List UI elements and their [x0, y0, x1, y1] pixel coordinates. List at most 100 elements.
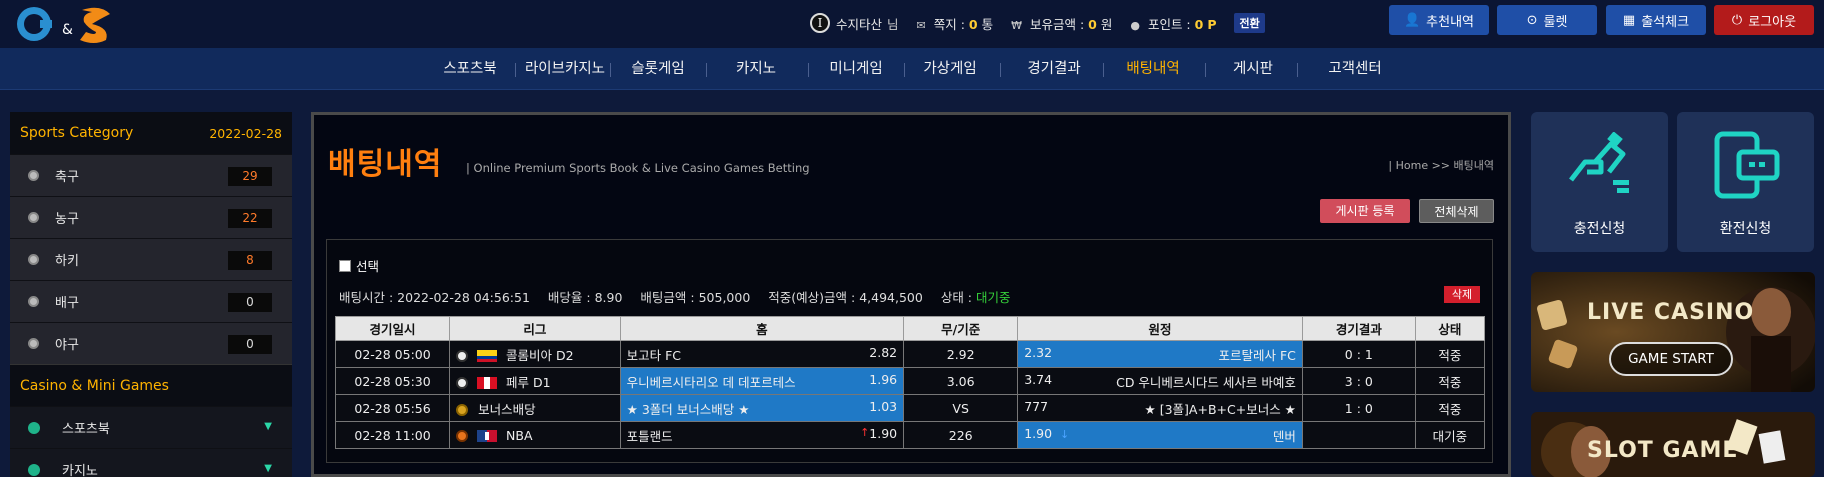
- col-header-away: 원정: [1017, 316, 1303, 341]
- cell-result: 0 : 1: [1301, 340, 1416, 368]
- messages-label: 쪽지 :: [933, 16, 965, 32]
- nav-item-support[interactable]: 고객센터: [1300, 48, 1410, 90]
- select-checkbox-row[interactable]: 선택: [339, 256, 379, 275]
- breadcrumb[interactable]: | Home >> 배팅내역: [1388, 157, 1494, 173]
- switch-button[interactable]: 전환: [1234, 13, 1265, 33]
- sidebar-item-casino[interactable]: 카지노 ▼: [10, 448, 292, 477]
- cell-away[interactable]: 3.74 CD 우니베르시다드 세사르 바예호: [1017, 367, 1303, 395]
- nav-item-mini-games[interactable]: 미니게임: [806, 48, 906, 90]
- nav-divider: [1297, 63, 1298, 77]
- cell-home[interactable]: 보고타 FC 2.82: [619, 340, 905, 368]
- bet-time: 배팅시간 : 2022-02-28 04:56:51: [339, 290, 530, 305]
- bet-status-value: 대기중: [975, 290, 1011, 305]
- bet-slip-card: 선택 배팅시간 : 2022-02-28 04:56:51 배당율 : 8.90…: [326, 239, 1493, 463]
- cell-away[interactable]: 777 ★ [3폴]A+B+C+보너스 ★: [1017, 394, 1303, 422]
- home-odds: 1.96: [869, 371, 898, 387]
- withdraw-request-tile[interactable]: 환전신청: [1677, 112, 1814, 252]
- sidebar-item-soccer[interactable]: 축구 29: [10, 154, 292, 196]
- nav-item-results[interactable]: 경기결과: [1004, 48, 1104, 90]
- main-nav: 스포츠북 라이브카지노 슬롯게임 카지노 미니게임 가상게임 경기결과 배팅내역…: [0, 48, 1824, 90]
- colombia-flag-icon: [477, 350, 498, 362]
- sidebar-item-volleyball[interactable]: 배구 0: [10, 280, 292, 322]
- col-header-result: 경기결과: [1301, 316, 1416, 341]
- referral-button[interactable]: 👤 추천내역: [1389, 5, 1489, 35]
- league-name: NBA: [506, 427, 533, 443]
- league-name: 보너스배당: [478, 401, 536, 417]
- col-header-status: 상태: [1414, 316, 1486, 341]
- game-start-button[interactable]: GAME START: [1609, 342, 1733, 376]
- sidebar-item-baseball[interactable]: 야구 0: [10, 322, 292, 364]
- envelope-icon: ✉: [916, 18, 926, 32]
- chevron-down-icon[interactable]: ▼: [264, 463, 272, 474]
- nba-logo-icon: [477, 430, 498, 442]
- messages-unit: 통: [981, 16, 994, 32]
- delete-all-button[interactable]: 전체삭제: [1419, 199, 1494, 223]
- cell-home-selected[interactable]: 우니베르시타리오 데 데포르테스 1.96: [619, 367, 905, 395]
- attendance-button[interactable]: ▦ 출석체크: [1606, 5, 1706, 35]
- nav-divider: [1000, 63, 1001, 77]
- nav-item-bet-history[interactable]: 배팅내역: [1103, 48, 1203, 90]
- select-checkbox[interactable]: [339, 259, 351, 272]
- user-profile[interactable]: I 수지타산 님: [810, 13, 899, 33]
- cell-draw[interactable]: 2.92: [903, 340, 1019, 368]
- cell-away-selected[interactable]: 1.90 ↓ 덴버: [1017, 421, 1303, 449]
- cell-draw[interactable]: VS: [903, 394, 1019, 422]
- cell-away-selected[interactable]: 2.32 포르탈레사 FC: [1017, 340, 1303, 368]
- cell-league: 보너스배당: [449, 394, 621, 422]
- live-casino-banner[interactable]: LIVE CASINO GAME START: [1531, 272, 1815, 392]
- roulette-button[interactable]: ⊙ 룰렛: [1497, 5, 1597, 35]
- col-header-draw: 무/기준: [903, 316, 1019, 341]
- medal-icon: [456, 404, 469, 416]
- roulette-label: 룰렛: [1543, 14, 1568, 30]
- cell-draw[interactable]: 3.06: [903, 367, 1019, 395]
- cell-datetime: 02-28 11:00: [334, 421, 451, 449]
- user-info-bar: I 수지타산 님 ✉ 쪽지 : 0 통 ₩ 보유금액 : 0 원 ● 포인트 :…: [810, 8, 1265, 38]
- roulette-icon: ⊙: [1526, 12, 1538, 28]
- sidebar-item-basketball[interactable]: 농구 22: [10, 196, 292, 238]
- live-casino-title: LIVE CASINO: [1587, 300, 1755, 325]
- arrow-down-icon: ↓: [1060, 427, 1070, 441]
- cell-home[interactable]: 포틀랜드 1.90 ↑: [619, 421, 905, 449]
- nav-item-sportsbook[interactable]: 스포츠북: [420, 48, 520, 90]
- withdraw-icon: [1714, 131, 1780, 199]
- slot-game-banner[interactable]: SLOT GAME: [1531, 412, 1815, 477]
- chevron-down-icon[interactable]: ▼: [264, 421, 272, 432]
- away-odds: 3.74: [1024, 371, 1053, 387]
- nav-item-live-casino[interactable]: 라이브카지노: [510, 48, 620, 90]
- casino-mini-games-header: Casino & Mini Games: [10, 364, 292, 406]
- cell-home-selected[interactable]: ★ 3폴더 보너스배당 ★ 1.03: [619, 394, 905, 422]
- bet-info-row: 배팅시간 : 2022-02-28 04:56:51 배당율 : 8.90 배팅…: [339, 287, 1011, 306]
- league-name: 콜롬비아 D2: [506, 347, 574, 363]
- sidebar-item-count: 0: [228, 293, 272, 312]
- page-title: 배팅내역: [328, 147, 443, 182]
- sidebar-date: 2022-02-28: [209, 125, 282, 141]
- delete-button[interactable]: 삭제: [1444, 286, 1480, 303]
- away-team: ★ [3폴]A+B+C+보너스 ★: [1144, 401, 1296, 417]
- sidebar-item-count: 8: [228, 251, 272, 270]
- sidebar-item-label: 배구: [55, 296, 79, 311]
- nav-item-casino[interactable]: 카지노: [706, 48, 806, 90]
- bet-table: 경기일시 리그 홈 무/기준 원정 경기결과 상태 02-28 05:00 콜롬…: [334, 316, 1486, 449]
- table-row: 02-28 11:00 NBA 포틀랜드 1.90 ↑ 226 1.90 ↓ 덴…: [334, 421, 1486, 449]
- away-odds: 2.32: [1024, 344, 1053, 360]
- cell-draw[interactable]: 226: [903, 421, 1019, 449]
- sidebar-item-hockey[interactable]: 하키 8: [10, 238, 292, 280]
- deposit-request-tile[interactable]: 충전신청: [1531, 112, 1668, 252]
- points-value: 0: [1194, 16, 1204, 32]
- cell-status: 적중: [1414, 367, 1486, 395]
- messages-link[interactable]: ✉ 쪽지 : 0 통: [917, 14, 994, 33]
- sidebar-item-count: 0: [228, 335, 272, 354]
- nav-item-virtual-games[interactable]: 가상게임: [900, 48, 1000, 90]
- points-info: ● 포인트 : 0 P: [1130, 14, 1216, 33]
- site-logo[interactable]: &: [10, 2, 130, 46]
- select-label: 선택: [356, 259, 380, 274]
- away-team: 포르탈레사 FC: [1218, 347, 1296, 363]
- cell-league: NBA: [449, 421, 621, 449]
- board-register-button[interactable]: 게시판 등록: [1320, 199, 1410, 223]
- sidebar-item-casino-sportsbook[interactable]: 스포츠북 ▼: [10, 406, 292, 448]
- cell-league: 콜롬비아 D2: [449, 340, 621, 368]
- nav-item-slot[interactable]: 슬롯게임: [608, 48, 708, 90]
- logout-button[interactable]: ⏻ 로그아웃: [1714, 5, 1814, 35]
- peru-flag-icon: [477, 377, 498, 389]
- nav-item-board[interactable]: 게시판: [1203, 48, 1303, 90]
